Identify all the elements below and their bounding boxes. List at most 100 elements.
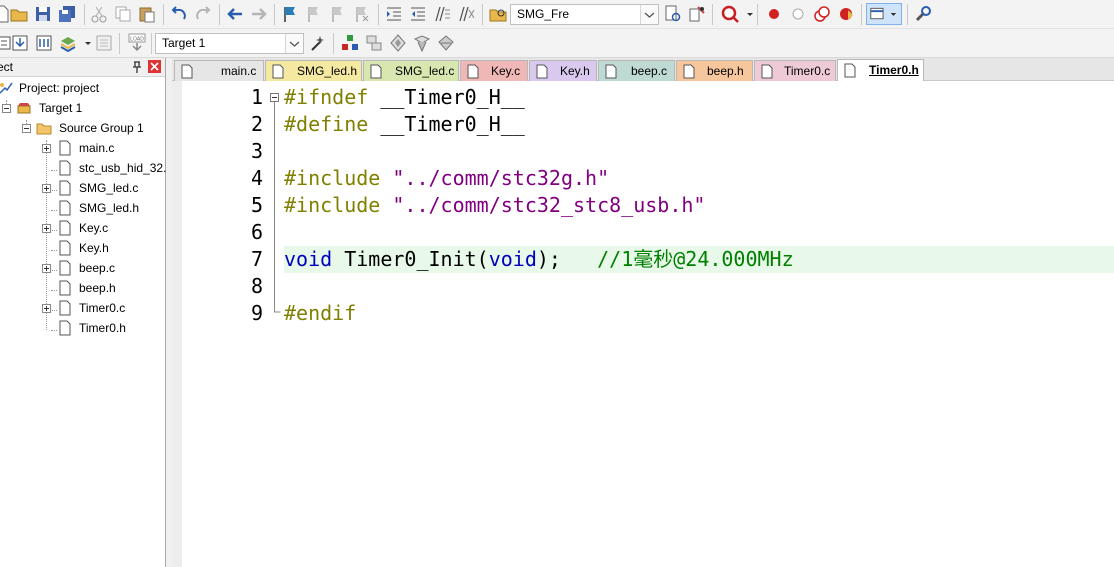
debug-session-icon[interactable] — [720, 4, 740, 24]
tree-file-item[interactable]: SMG_led.c — [0, 178, 166, 198]
tree-file-label: beep.c — [79, 261, 116, 275]
tree-project-node[interactable]: Project: project — [0, 78, 166, 98]
tree-file-label: SMG_led.h — [79, 201, 140, 215]
copy-icon[interactable] — [113, 4, 133, 24]
target-options-icon[interactable] — [308, 33, 328, 53]
tree-file-item[interactable]: beep.h — [0, 278, 166, 298]
expand-icon[interactable] — [42, 184, 51, 193]
find-combo[interactable]: SMG_Fre — [510, 4, 659, 25]
batch-build-icon[interactable] — [58, 33, 78, 53]
redo-icon[interactable] — [193, 4, 213, 24]
bookmark-clear-icon[interactable] — [352, 4, 372, 24]
configure-icon[interactable] — [913, 4, 933, 24]
standard-toolbar: SMG_Fre — [0, 0, 1114, 29]
manage-components-icon[interactable] — [340, 33, 360, 53]
tree-file-item[interactable]: Timer0.h — [0, 318, 166, 338]
breakpoint-insert-icon[interactable] — [764, 4, 784, 24]
indent-icon[interactable] — [384, 4, 404, 24]
tab-timer0-h[interactable]: Timer0.h — [837, 59, 924, 81]
tab-label: Key.c — [491, 64, 521, 78]
code-line: #include "../comm/stc32_stc8_usb.h" — [284, 192, 1114, 219]
tree-file-item[interactable]: Key.c — [0, 218, 166, 238]
tab-key-h[interactable]: Key.h — [529, 60, 597, 81]
line-number: 4 — [250, 166, 263, 190]
file-extensions-icon[interactable] — [412, 33, 432, 53]
tree-file-item[interactable]: beep.c — [0, 258, 166, 278]
expand-icon[interactable] — [42, 264, 51, 273]
fold-margin — [270, 93, 281, 313]
expand-icon[interactable] — [42, 304, 51, 313]
tree-file-label: stc_usb_hid_32.l — [79, 161, 166, 175]
tab-beep-h[interactable]: beep.h — [676, 60, 753, 81]
code-line: #define __Timer0_H__ — [284, 111, 1114, 138]
cut-icon[interactable] — [89, 4, 109, 24]
file-icon — [57, 320, 73, 336]
bookmark-next-icon[interactable] — [328, 4, 348, 24]
file-icon — [604, 64, 618, 79]
chevron-down-icon[interactable] — [285, 34, 303, 53]
stop-build-icon[interactable] — [94, 33, 114, 53]
batch-chevron-down-icon[interactable] — [78, 33, 91, 53]
paste-icon[interactable] — [137, 4, 157, 24]
file-icon — [369, 64, 383, 79]
collapse-icon[interactable] — [22, 124, 31, 133]
bookmark-prev-icon[interactable] — [304, 4, 324, 24]
find-icon[interactable] — [663, 4, 683, 24]
chevron-down-icon[interactable] — [640, 5, 658, 24]
tree-group-node[interactable]: Source Group 1 — [0, 118, 166, 138]
undo-icon[interactable] — [169, 4, 189, 24]
tab-timer0-c[interactable]: Timer0.c — [754, 60, 836, 81]
navigate-back-icon[interactable] — [225, 4, 245, 24]
uncomment-icon[interactable] — [456, 4, 476, 24]
rte-icon[interactable] — [436, 33, 456, 53]
tab-beep-c[interactable]: beep.c — [598, 60, 675, 81]
fold-collapse-icon[interactable] — [270, 93, 279, 102]
breakpoint-disable-icon[interactable] — [788, 4, 808, 24]
save-all-icon[interactable] — [57, 4, 77, 24]
tree-file-item[interactable]: stc_usb_hid_32.l — [0, 158, 166, 178]
keyword: void — [488, 247, 537, 271]
tab-smg-led-c[interactable]: SMG_led.c — [363, 60, 459, 81]
expand-icon[interactable] — [42, 224, 51, 233]
pack-installer-icon[interactable] — [388, 33, 408, 53]
incremental-find-icon[interactable] — [687, 4, 707, 24]
breakpoint-kill-all-icon[interactable] — [836, 4, 856, 24]
find-in-files-icon[interactable] — [488, 4, 508, 24]
breakpoint-disable-all-icon[interactable] — [812, 4, 832, 24]
save-icon[interactable] — [33, 4, 53, 24]
expand-icon[interactable] — [42, 144, 51, 153]
file-icon — [57, 200, 73, 216]
close-icon[interactable] — [148, 60, 161, 73]
tree-target-node[interactable]: Target 1 — [0, 98, 166, 118]
line-number: 9 — [250, 301, 263, 325]
project-icon — [0, 80, 14, 96]
navigate-forward-icon[interactable] — [249, 4, 269, 24]
code-editor[interactable]: 1 2 3 4 5 6 7 8 9 #ifndef __Timer0_H__ #… — [172, 81, 1114, 567]
tab-key-c[interactable]: Key.c — [460, 60, 528, 81]
download-icon[interactable]: LOAD — [126, 33, 148, 53]
tree-file-item[interactable]: Timer0.c — [0, 298, 166, 318]
target-icon — [16, 100, 32, 116]
project-panel-title: ect — [0, 60, 14, 74]
file-icon — [57, 240, 73, 256]
rebuild-icon[interactable] — [34, 33, 54, 53]
select-packs-icon[interactable] — [364, 33, 384, 53]
tree-file-item[interactable]: main.c — [0, 138, 166, 158]
bookmark-flag-icon[interactable] — [280, 4, 300, 24]
target-select[interactable]: Target 1 — [155, 33, 304, 54]
tab-smg-led-h[interactable]: SMG_led.h — [265, 60, 362, 81]
project-panel-header: ect — [0, 58, 165, 77]
tree-file-item[interactable]: Key.h — [0, 238, 166, 258]
window-layout-icon[interactable] — [866, 3, 902, 25]
pin-icon[interactable] — [130, 60, 144, 74]
collapse-icon[interactable] — [2, 104, 11, 113]
comment-icon[interactable] — [432, 4, 452, 24]
tab-main-c[interactable]: main.c — [174, 60, 264, 81]
open-folder-icon[interactable] — [9, 4, 29, 24]
unindent-icon[interactable] — [408, 4, 428, 24]
line-number: 8 — [250, 274, 263, 298]
build-icon[interactable] — [10, 33, 30, 53]
tree-file-item[interactable]: SMG_led.h — [0, 198, 166, 218]
tree-group-label: Source Group 1 — [59, 121, 144, 135]
debug-menu-chevron-down-icon[interactable] — [740, 4, 753, 24]
